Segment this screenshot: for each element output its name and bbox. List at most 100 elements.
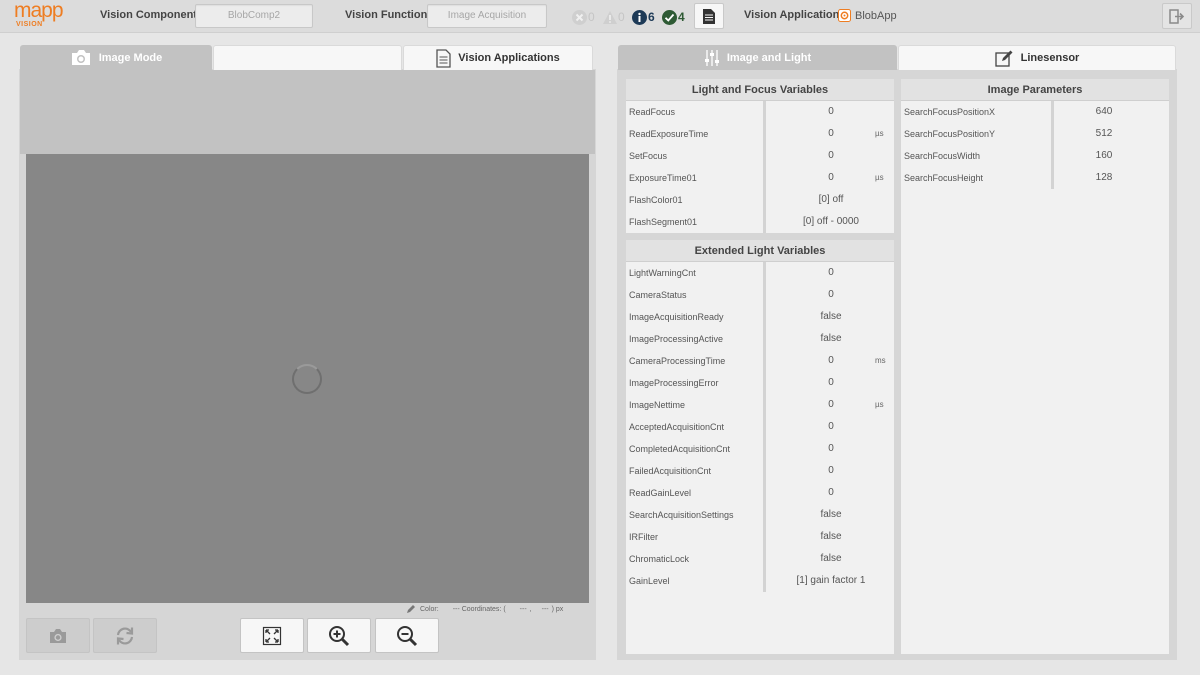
variable-value[interactable]: [1] gain factor 1	[768, 570, 894, 592]
variable-name: FlashSegment01	[629, 217, 698, 227]
variable-row: FlashColor01 [0] off	[626, 189, 894, 211]
variable-value[interactable]: [0] off	[768, 189, 894, 211]
fit-to-screen-button[interactable]	[240, 618, 304, 653]
variable-unit: µs	[875, 400, 884, 409]
capture-button[interactable]	[26, 618, 90, 653]
error-icon	[572, 9, 587, 25]
variable-row: ExposureTime01 0 µs	[626, 167, 894, 189]
vision-component-select[interactable]: BlobComp2	[195, 4, 313, 28]
fullscreen-icon	[262, 626, 282, 645]
tab-linesensor[interactable]: Linesensor	[898, 45, 1176, 70]
ok-status[interactable]: 4	[662, 9, 685, 25]
variable-value[interactable]: 128	[1056, 167, 1152, 189]
logout-button[interactable]	[1162, 3, 1192, 29]
column-separator	[1051, 123, 1054, 145]
tab-image-mode[interactable]: Image Mode	[20, 45, 212, 70]
variable-row: SearchFocusPositionX 640	[901, 101, 1169, 123]
variable-value[interactable]: false	[768, 504, 894, 526]
column-separator	[763, 145, 766, 167]
variable-value[interactable]: 512	[1056, 123, 1152, 145]
variable-name: ImageProcessingError	[629, 378, 719, 388]
variable-value[interactable]: 0	[768, 101, 894, 123]
variable-value[interactable]: false	[768, 548, 894, 570]
vision-function-select[interactable]: Image Acquisition	[427, 4, 547, 28]
info-icon	[632, 9, 647, 25]
variable-value[interactable]: 0	[768, 416, 894, 438]
variable-name: SearchFocusPositionX	[904, 107, 996, 117]
variable-value[interactable]: 0	[768, 262, 894, 284]
variable-name: ChromaticLock	[629, 554, 690, 564]
vision-application-name: BlobApp	[855, 9, 897, 22]
report-button[interactable]	[694, 3, 724, 29]
image-toolbar-strip	[20, 70, 595, 154]
tab-vision-applications[interactable]: Vision Applications	[403, 45, 593, 70]
column-separator	[763, 438, 766, 460]
variable-value[interactable]: [0] off - 0000	[768, 211, 894, 233]
document-icon	[436, 48, 451, 68]
variable-row: AcceptedAcquisitionCnt 0	[626, 416, 894, 438]
column-separator	[763, 460, 766, 482]
camera-icon	[50, 628, 66, 643]
column-separator	[763, 306, 766, 328]
variable-row: SearchFocusHeight 128	[901, 167, 1169, 189]
column-separator	[763, 526, 766, 548]
color-label: Color:	[420, 605, 439, 613]
variable-value[interactable]: 0	[768, 438, 894, 460]
image-parameters-title: Image Parameters	[901, 79, 1169, 101]
warning-icon	[603, 10, 617, 24]
variable-row: SearchFocusPositionY 512	[901, 123, 1169, 145]
variable-value[interactable]: 160	[1056, 145, 1152, 167]
variable-value[interactable]: 0	[768, 372, 894, 394]
coordinates-unit: ) px	[551, 605, 564, 613]
vision-function-label: Vision Function:	[345, 9, 431, 21]
variable-name: FailedAcquisitionCnt	[629, 466, 712, 476]
variable-row: GainLevel [1] gain factor 1	[626, 570, 894, 592]
logout-icon	[1169, 8, 1185, 24]
variable-value[interactable]: 0	[768, 460, 894, 482]
tab-image-mode-label: Image Mode	[98, 51, 163, 64]
document-icon	[703, 8, 715, 24]
column-separator	[763, 211, 766, 233]
variable-value[interactable]: 0	[768, 482, 894, 504]
variable-value[interactable]: false	[768, 306, 894, 328]
tab-image-and-light[interactable]: Image and Light	[618, 45, 897, 70]
warning-status[interactable]: 0	[602, 9, 625, 25]
variable-name: CameraProcessingTime	[629, 356, 726, 366]
camera-icon	[71, 50, 90, 65]
tab-empty[interactable]	[213, 45, 402, 70]
variable-value[interactable]: false	[768, 526, 894, 548]
variable-value[interactable]: false	[768, 328, 894, 350]
variable-value[interactable]: 0	[768, 145, 894, 167]
variable-row: CameraProcessingTime 0 ms	[626, 350, 894, 372]
zoom-in-button[interactable]	[307, 618, 371, 653]
info-status[interactable]: 6	[632, 9, 655, 25]
variable-row: ReadGainLevel 0	[626, 482, 894, 504]
variable-value[interactable]: 0	[768, 284, 894, 306]
variable-name: SearchFocusWidth	[904, 151, 981, 161]
refresh-icon	[116, 626, 134, 645]
refresh-button[interactable]	[93, 618, 157, 653]
variable-row: ReadExposureTime 0 µs	[626, 123, 894, 145]
pixel-info-line: Color: --- Coordinates: ( --- , --- ) px	[406, 604, 589, 614]
variable-value[interactable]: 640	[1056, 101, 1152, 123]
column-separator	[763, 372, 766, 394]
variable-name: ImageProcessingActive	[629, 334, 724, 344]
variable-row: ReadFocus 0	[626, 101, 894, 123]
variable-name: CompletedAcquisitionCnt	[629, 444, 731, 454]
tab-vision-applications-label: Vision Applications	[458, 52, 560, 64]
mapp-vision-logo: mapp VISION	[14, 0, 66, 30]
variable-row: ImageProcessingActive false	[626, 328, 894, 350]
column-separator	[763, 416, 766, 438]
vision-application-value[interactable]: BlobApp	[838, 9, 897, 22]
column-separator	[1051, 145, 1054, 167]
variable-name: ExposureTime01	[629, 173, 697, 183]
variable-row: CameraStatus 0	[626, 284, 894, 306]
coordinates-label: Coordinates: (	[461, 605, 506, 613]
column-separator	[763, 350, 766, 372]
column-separator	[1051, 167, 1054, 189]
zoom-out-button[interactable]	[375, 618, 439, 653]
variable-row: ImageAcquisitionReady false	[626, 306, 894, 328]
error-status[interactable]: 0	[572, 9, 595, 25]
edit-icon	[995, 50, 1013, 67]
variable-name: LightWarningCnt	[629, 268, 696, 278]
